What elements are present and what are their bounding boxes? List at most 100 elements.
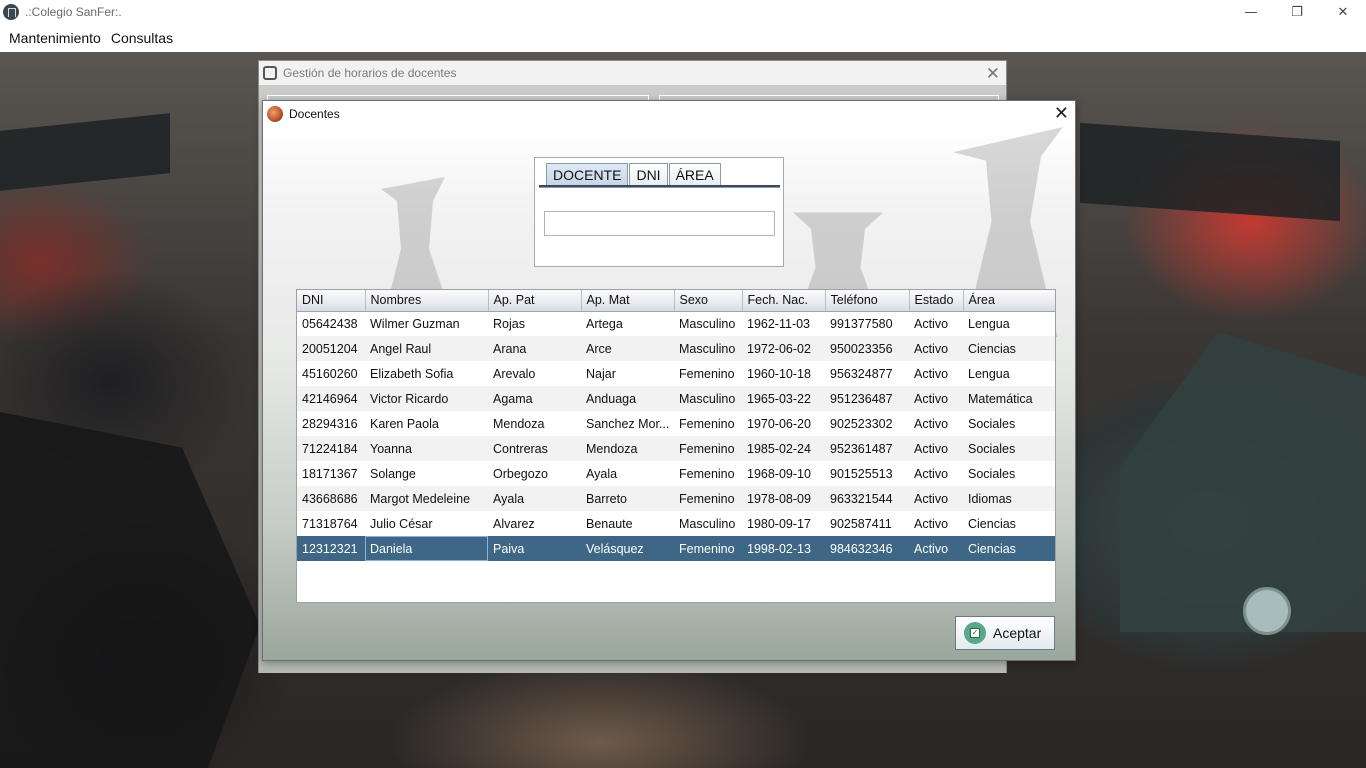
table-body[interactable]: 05642438 Wilmer Guzman Rojas Artega Masculin… xyxy=(297,311,1055,586)
table-cell[interactable]: Activo xyxy=(909,361,963,386)
table-cell[interactable]: Orbegozo xyxy=(488,461,581,486)
table-cell[interactable]: 1965-03-22 xyxy=(742,386,825,411)
table-cell[interactable]: Alvarez xyxy=(488,511,581,536)
menu-consultas[interactable]: Consultas xyxy=(106,30,178,46)
table-cell[interactable]: Activo xyxy=(909,386,963,411)
table-cell[interactable]: Barreto xyxy=(581,486,674,511)
table-cell[interactable]: 1972-06-02 xyxy=(742,336,825,361)
table-cell[interactable]: Karen Paola xyxy=(365,411,488,436)
menu-mantenimiento[interactable]: Mantenimiento xyxy=(4,30,106,46)
close-button[interactable]: ✕ xyxy=(1320,0,1366,24)
table-cell[interactable]: 18171367 xyxy=(297,461,365,486)
table-row[interactable]: 42146964 Victor Ricardo Agama Anduaga Mascul… xyxy=(297,386,1055,411)
column-header[interactable]: DNI xyxy=(297,290,366,312)
table-cell[interactable]: Victor Ricardo xyxy=(365,386,488,411)
column-header[interactable]: Sexo xyxy=(674,290,743,312)
column-header[interactable]: Teléfono xyxy=(825,290,910,312)
table-cell[interactable]: Arevalo xyxy=(488,361,581,386)
table-cell[interactable]: Femenino xyxy=(674,486,742,511)
table-cell[interactable]: Ciencias xyxy=(963,536,1055,561)
table-row[interactable]: 71224184 Yoanna Contreras Mendoza Femenino 19… xyxy=(297,436,1055,461)
table-cell[interactable]: Sociales xyxy=(963,411,1055,436)
table-cell[interactable]: Sociales xyxy=(963,461,1055,486)
table-cell[interactable]: Mendoza xyxy=(488,411,581,436)
column-header[interactable]: Fech. Nac. xyxy=(742,290,826,312)
table-cell[interactable]: Sanchez Mor... xyxy=(581,411,674,436)
docentes-table[interactable]: DNI Nombres Ap. Pat Ap. Mat Sexo Fech. Nac. Te… xyxy=(296,289,1056,603)
table-cell[interactable]: 1985-02-24 xyxy=(742,436,825,461)
column-header[interactable]: Área xyxy=(963,290,1055,312)
tab-docente[interactable]: DOCENTE xyxy=(546,163,629,185)
table-cell[interactable]: 28294316 xyxy=(297,411,365,436)
table-cell[interactable]: 71224184 xyxy=(297,436,365,461)
table-cell[interactable]: Femenino xyxy=(674,361,742,386)
dialog-close-icon[interactable]: ✕ xyxy=(1054,103,1069,124)
column-header[interactable]: Ap. Pat xyxy=(488,290,582,312)
table-cell[interactable]: Najar xyxy=(581,361,674,386)
table-cell[interactable]: Angel Raul xyxy=(365,336,488,361)
table-cell[interactable]: Activo xyxy=(909,336,963,361)
table-cell[interactable]: 05642438 xyxy=(297,311,365,336)
table-cell[interactable]: Rojas xyxy=(488,311,581,336)
table-cell[interactable]: Ciencias xyxy=(963,511,1055,536)
table-cell[interactable]: Femenino xyxy=(674,411,742,436)
table-cell[interactable]: Paiva xyxy=(488,536,581,561)
restore-button[interactable]: ❐ xyxy=(1274,0,1320,24)
table-cell[interactable]: Femenino xyxy=(674,536,742,561)
table-cell[interactable]: 1962-11-03 xyxy=(742,311,825,336)
search-input[interactable] xyxy=(544,211,775,236)
column-header[interactable]: Nombres xyxy=(365,290,489,312)
table-row[interactable]: 20051204 Angel Raul Arana Arce Masculino 1972… xyxy=(297,336,1055,361)
accept-button[interactable]: ✓ Aceptar xyxy=(955,616,1055,650)
table-row[interactable]: 12312321 Daniela Paiva Velásquez Femenino 199… xyxy=(297,536,1055,561)
table-cell[interactable]: 984632346 xyxy=(825,536,909,561)
table-cell[interactable]: 1970-06-20 xyxy=(742,411,825,436)
table-cell[interactable]: Anduaga xyxy=(581,386,674,411)
table-cell[interactable]: Ciencias xyxy=(963,336,1055,361)
table-cell[interactable]: Activo xyxy=(909,486,963,511)
table-cell[interactable]: 1998-02-13 xyxy=(742,536,825,561)
table-row[interactable]: 05642438 Wilmer Guzman Rojas Artega Masculin… xyxy=(297,311,1055,336)
table-cell[interactable]: Femenino xyxy=(674,461,742,486)
table-cell[interactable]: Activo xyxy=(909,411,963,436)
table-cell[interactable]: Sociales xyxy=(963,436,1055,461)
table-cell[interactable]: 951236487 xyxy=(825,386,909,411)
table-cell[interactable]: 952361487 xyxy=(825,436,909,461)
table-cell[interactable]: Lengua xyxy=(963,361,1055,386)
table-cell[interactable]: Femenino xyxy=(674,436,742,461)
table-cell[interactable]: 43668686 xyxy=(297,486,365,511)
table-cell[interactable]: Activo xyxy=(909,311,963,336)
table-cell[interactable]: Lengua xyxy=(963,311,1055,336)
table-cell[interactable]: 950023356 xyxy=(825,336,909,361)
table-row[interactable]: 71318764 Julio César Alvarez Benaute Masculi… xyxy=(297,511,1055,536)
table-cell[interactable]: 902587411 xyxy=(825,511,909,536)
table-cell[interactable]: 12312321 xyxy=(297,536,365,561)
table-cell[interactable]: Activo xyxy=(909,436,963,461)
table-row[interactable]: 45160260 Elizabeth Sofia Arevalo Najar Femen… xyxy=(297,361,1055,386)
table-cell[interactable]: Solange xyxy=(365,461,488,486)
table-cell[interactable]: Ayala xyxy=(581,461,674,486)
table-cell[interactable]: Yoanna xyxy=(365,436,488,461)
table-row[interactable]: 18171367 Solange Orbegozo Ayala Femenino 1968… xyxy=(297,461,1055,486)
table-cell[interactable]: 1980-09-17 xyxy=(742,511,825,536)
table-cell[interactable]: 991377580 xyxy=(825,311,909,336)
table-cell[interactable]: Contreras xyxy=(488,436,581,461)
table-cell[interactable]: 1960-10-18 xyxy=(742,361,825,386)
table-row[interactable]: 43668686 Margot Medeleine Ayala Barreto Feme… xyxy=(297,486,1055,511)
table-cell[interactable]: Arana xyxy=(488,336,581,361)
table-cell[interactable]: Velásquez xyxy=(581,536,674,561)
table-cell[interactable]: 956324877 xyxy=(825,361,909,386)
table-row[interactable]: 28294316 Karen Paola Mendoza Sanchez Mor...… xyxy=(297,411,1055,436)
horarios-frame-close-icon[interactable]: ✕ xyxy=(986,64,1000,84)
table-cell[interactable]: 20051204 xyxy=(297,336,365,361)
tab-area[interactable]: ÁREA xyxy=(668,163,721,185)
tab-dni[interactable]: DNI xyxy=(629,163,668,185)
table-cell[interactable]: Arce xyxy=(581,336,674,361)
table-cell[interactable]: Ayala xyxy=(488,486,581,511)
table-cell[interactable]: Elizabeth Sofia xyxy=(365,361,488,386)
table-cell[interactable]: Julio César xyxy=(365,511,488,536)
table-cell[interactable]: Masculino xyxy=(674,311,742,336)
table-cell[interactable]: Agama xyxy=(488,386,581,411)
column-header[interactable]: Ap. Mat xyxy=(581,290,675,312)
table-cell[interactable]: 45160260 xyxy=(297,361,365,386)
